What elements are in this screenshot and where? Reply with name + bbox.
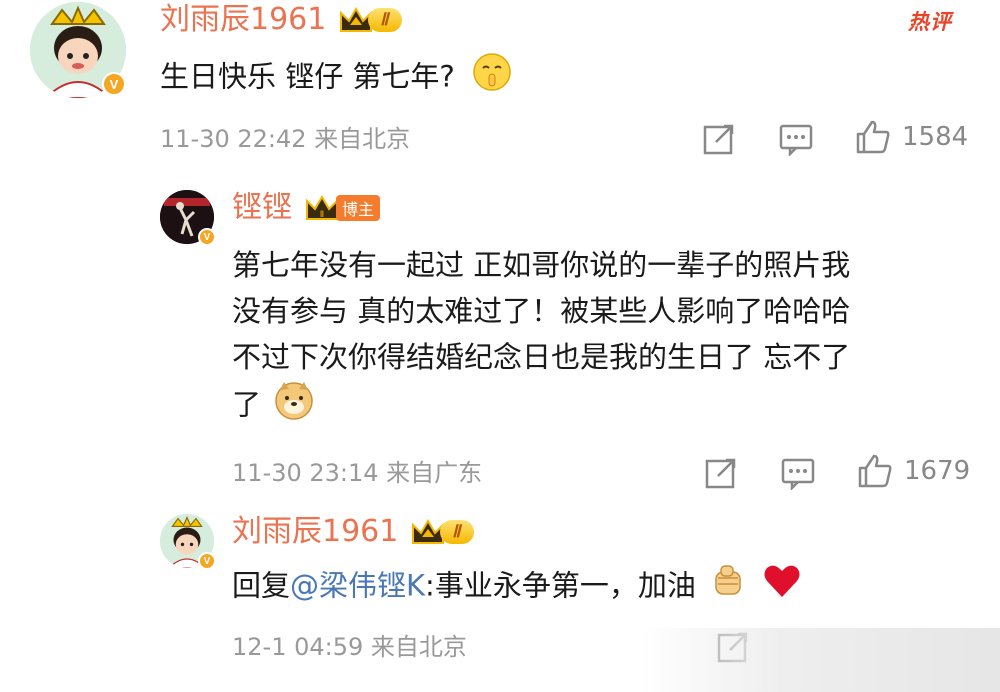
like-count: 1584 <box>902 122 969 152</box>
verified-badge-icon: V <box>198 552 216 570</box>
comment-text: 生日快乐 铿仔 第七年? <box>160 52 512 105</box>
share-button[interactable] <box>702 122 736 156</box>
thumbs-up-icon <box>856 120 890 154</box>
watermark-overlay <box>640 628 1000 692</box>
reply-text: 第七年没有一起过 正如哥你说的一辈子的照片我 没有参与 真的太难过了！被某些人影… <box>232 242 972 433</box>
username[interactable]: 刘雨辰1961 <box>232 514 398 550</box>
reply-text-line: 没有参与 真的太难过了！被某些人影响了哈哈哈 <box>232 294 851 328</box>
reply-button[interactable] <box>778 122 814 156</box>
thumbs-up-icon <box>858 454 892 488</box>
username[interactable]: 铿铿 <box>232 190 292 226</box>
reply-button[interactable] <box>780 456 816 490</box>
level-badge[interactable]: Ⅱ <box>410 517 475 547</box>
level-label: Ⅱ <box>368 8 403 32</box>
level-badge[interactable]: Ⅱ 博主 <box>304 193 381 223</box>
mention-link[interactable]: @梁伟铿K <box>290 569 425 603</box>
share-icon <box>705 458 736 489</box>
like-count: 1679 <box>904 456 971 486</box>
username[interactable]: 刘雨辰1961 <box>160 2 326 38</box>
crown-icon: Ⅱ <box>306 195 338 220</box>
comment-icon <box>781 458 815 490</box>
reply-text-line: 第七年没有一起过 正如哥你说的一辈子的照片我 <box>232 248 851 282</box>
like-button[interactable]: 1584 <box>854 118 968 156</box>
comment-meta: 11-30 22:42 来自北京 <box>160 125 411 153</box>
like-button[interactable]: 1679 <box>856 452 970 490</box>
shush-face-icon <box>472 52 512 105</box>
verified-badge-icon: V <box>198 228 216 246</box>
doge-icon <box>274 380 314 433</box>
reply-text: 回复@梁伟铿K:事业永争第一，加油 <box>232 562 802 613</box>
red-heart-icon <box>762 562 802 613</box>
hot-comment-badge: 热评 <box>908 10 952 34</box>
comment-icon <box>779 124 813 156</box>
reply-meta: 12-1 04:59 来自北京 <box>232 633 467 661</box>
share-button[interactable] <box>704 456 738 490</box>
level-badge[interactable]: Ⅱ <box>338 5 403 35</box>
reply-text-line: 不过下次你得结婚纪念日也是我的生日了 忘不了 <box>232 340 851 374</box>
blogger-badge: 博主 <box>336 195 381 221</box>
crown-level-text: Ⅱ <box>320 209 324 219</box>
reply-meta: 11-30 23:14 来自广东 <box>232 459 483 487</box>
fist-icon <box>709 562 747 613</box>
comment-text-body: 生日快乐 铿仔 第七年? <box>160 59 455 94</box>
share-icon <box>703 124 734 155</box>
level-label: Ⅱ <box>440 520 475 544</box>
reply-text-body: :事业永争第一，加油 <box>425 568 696 603</box>
reply-text-line: 了 <box>232 387 262 422</box>
reply-prefix: 回复 <box>232 568 291 603</box>
reply-text-last-line: 了 <box>232 380 972 433</box>
verified-badge-icon: V <box>102 72 126 96</box>
